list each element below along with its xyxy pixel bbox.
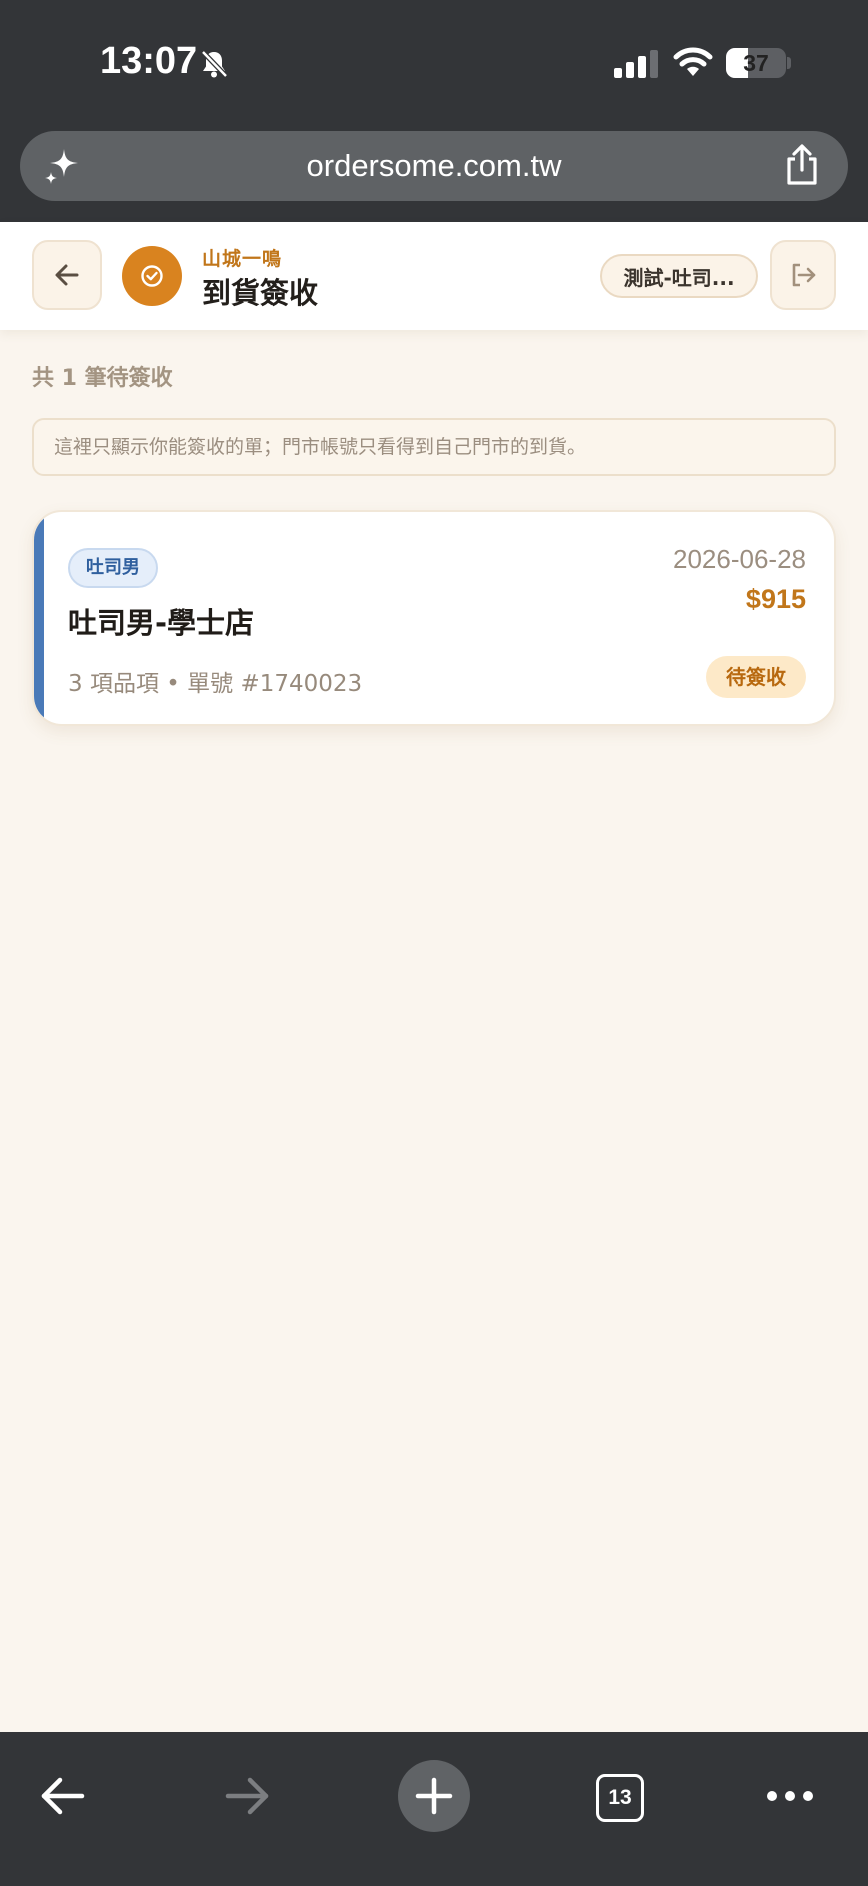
wifi-icon	[673, 47, 713, 76]
status-badge: 待簽收	[706, 656, 806, 698]
check-badge-icon	[141, 265, 163, 287]
brand-tag: 吐司男	[68, 548, 158, 588]
pending-count: 共 1 筆待簽收	[32, 366, 173, 391]
brand-name: 山城一鳴	[202, 248, 283, 270]
battery-nub	[787, 57, 791, 69]
browser-top-chrome: 13:07 37 ordersome.com.tw	[0, 0, 868, 222]
order-total: $915	[745, 584, 806, 614]
url-text[interactable]: ordersome.com.tw	[20, 131, 848, 201]
logout-button[interactable]	[770, 240, 836, 310]
brand-logo	[122, 246, 182, 306]
logout-icon	[792, 263, 816, 287]
store-selector[interactable]: 測試-吐司...	[600, 254, 758, 298]
more-icon[interactable]	[764, 1782, 816, 1810]
share-icon[interactable]	[782, 143, 822, 187]
status-time: 13:07	[100, 40, 198, 82]
battery-icon: 37	[726, 48, 786, 78]
bell-slash-icon	[201, 50, 228, 78]
back-button[interactable]	[32, 240, 102, 310]
order-store-name: 吐司男-學士店	[68, 606, 255, 640]
order-meta: 3 項品項 • 單號 #1740023	[68, 671, 363, 697]
cellular-signal-icon	[614, 50, 658, 78]
new-tab-button[interactable]	[398, 1760, 470, 1832]
order-date: 2026-06-28	[673, 544, 806, 574]
browser-toolbar: 13	[0, 1732, 868, 1886]
notice-banner: 這裡只顯示你能簽收的單；門市帳號只看得到自己門市的到貨。	[32, 418, 836, 476]
order-card[interactable]: 吐司男 吐司男-學士店 3 項品項 • 單號 #1740023 2026-06-…	[32, 510, 836, 726]
app-header: 山城一鳴 到貨簽收 測試-吐司...	[0, 222, 868, 330]
forward-arrow-icon[interactable]	[224, 1772, 272, 1820]
url-bar[interactable]: ordersome.com.tw	[20, 131, 848, 201]
back-arrow-icon	[55, 264, 79, 286]
tabs-icon[interactable]: 13	[596, 1774, 644, 1822]
card-accent-stripe	[34, 512, 44, 724]
battery-level-text: 37	[743, 50, 769, 76]
plus-icon	[415, 1777, 453, 1815]
back-arrow-icon[interactable]	[38, 1772, 86, 1820]
page-title: 到貨簽收	[202, 276, 319, 310]
